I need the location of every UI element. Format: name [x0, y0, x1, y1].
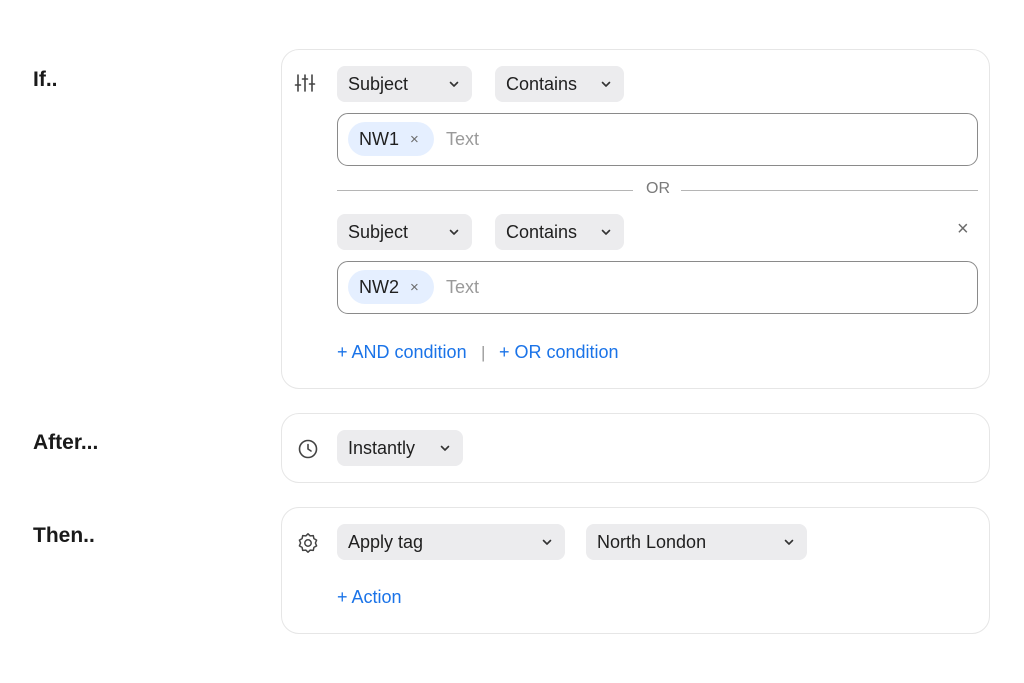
tag-chip-nw1: NW1 ×: [348, 122, 434, 156]
then-actions-card: Apply tag North London + Action: [281, 507, 990, 634]
condition-1-operator-dropdown[interactable]: Contains: [495, 66, 624, 102]
chip-remove-icon[interactable]: ×: [410, 279, 419, 296]
gear-icon: [297, 532, 319, 554]
after-label: After...: [33, 431, 99, 454]
condition-1-tag-input-box[interactable]: NW1 ×: [337, 113, 978, 166]
chevron-down-icon: [448, 226, 460, 238]
or-divider-line-left: [337, 190, 633, 191]
tag-chip-label: NW2: [359, 276, 399, 297]
sliders-icon: [294, 72, 316, 94]
timing-value: Instantly: [348, 437, 416, 458]
chevron-down-icon: [600, 78, 612, 90]
if-label: If..: [33, 68, 58, 91]
tag-chip-label: NW1: [359, 128, 399, 149]
condition-2-operator-value: Contains: [506, 221, 578, 242]
condition-1-operator-value: Contains: [506, 73, 578, 94]
timing-dropdown[interactable]: Instantly: [337, 430, 463, 466]
condition-1-field-dropdown[interactable]: Subject: [337, 66, 472, 102]
clock-icon: [297, 438, 319, 460]
condition-2-field-dropdown[interactable]: Subject: [337, 214, 472, 250]
chevron-down-icon: [439, 442, 451, 454]
chevron-down-icon: [600, 226, 612, 238]
then-label: Then..: [33, 524, 95, 547]
chevron-down-icon: [448, 78, 460, 90]
add-and-condition-link[interactable]: + AND condition: [337, 342, 467, 363]
condition-2-tag-input-box[interactable]: NW2 ×: [337, 261, 978, 314]
add-or-condition-link[interactable]: + OR condition: [499, 342, 619, 363]
condition-2-operator-dropdown[interactable]: Contains: [495, 214, 624, 250]
condition-2-field-value: Subject: [348, 221, 409, 242]
tag-chip-nw2: NW2 ×: [348, 270, 434, 304]
tag-value: North London: [597, 531, 707, 552]
add-action-link[interactable]: + Action: [337, 587, 402, 608]
link-separator: |: [481, 343, 486, 362]
chip-remove-icon[interactable]: ×: [410, 131, 419, 148]
after-delay-card: Instantly: [281, 413, 990, 483]
condition-1-text-input[interactable]: [446, 126, 946, 152]
chevron-down-icon: [783, 536, 795, 548]
remove-condition-icon[interactable]: ×: [957, 218, 969, 241]
action-dropdown[interactable]: Apply tag: [337, 524, 565, 560]
or-divider-line-right: [681, 190, 978, 191]
chevron-down-icon: [541, 536, 553, 548]
action-value: Apply tag: [348, 531, 424, 552]
condition-1-field-value: Subject: [348, 73, 409, 94]
tag-value-dropdown[interactable]: North London: [586, 524, 807, 560]
if-conditions-card: Subject Contains NW1 × OR Subject Contai…: [281, 49, 990, 389]
condition-2-text-input[interactable]: [446, 274, 946, 300]
or-divider-label: OR: [646, 180, 670, 197]
